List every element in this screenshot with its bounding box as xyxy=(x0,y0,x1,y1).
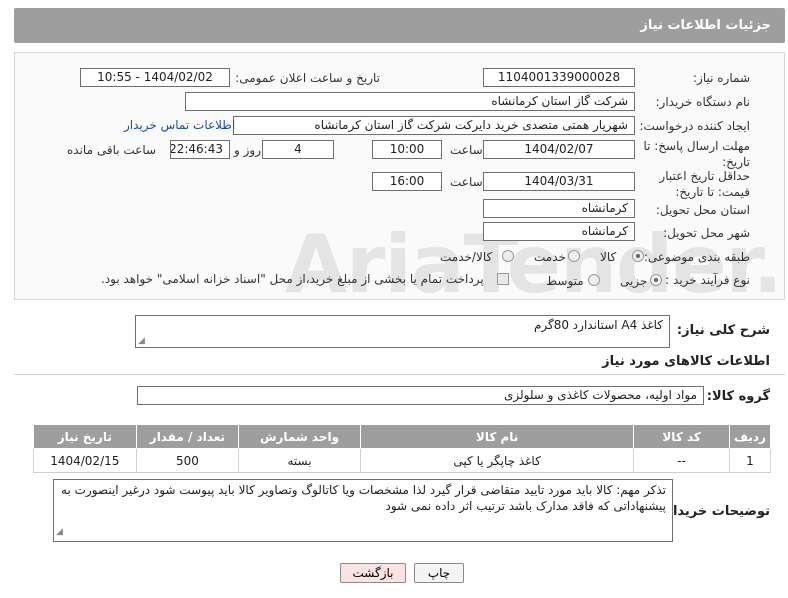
buyer-notes-text: تذکر مهم: کالا باید مورد تایید متقاضی قر… xyxy=(61,483,666,513)
cell-row-number: 1 xyxy=(728,448,772,473)
col-need-date: تاریخ نیاز xyxy=(33,424,137,449)
print-button[interactable]: چاپ xyxy=(414,563,464,583)
buyer-notes-label: توضیحات خریدار: xyxy=(660,504,770,519)
reply-deadline-label: مهلت ارسال پاسخ: تا تاریخ: xyxy=(643,139,750,169)
subject-class-label: طبقه بندی موضوعی: xyxy=(643,250,750,264)
purchase-medium-label: متوسط xyxy=(546,274,584,288)
reply-date-field: 1404/02/07 xyxy=(483,140,635,159)
cell-item-name: کاغذ چاپگر یا کپی xyxy=(359,448,635,473)
days-remaining-field: 4 xyxy=(262,140,334,159)
delivery-city-field: کرمانشاه xyxy=(483,222,635,241)
page-header: جزئیات اطلاعات نیاز xyxy=(14,8,785,43)
col-item-name: نام کالا xyxy=(359,424,635,449)
delivery-city-label: شهر محل تحویل: xyxy=(663,226,750,240)
requester-label: ایجاد کننده درخواست: xyxy=(639,119,750,133)
requester-field: شهریار همتی متصدی خرید دایرکت شرکت گاز ا… xyxy=(233,116,635,135)
items-table: ردیف کد کالا نام کالا واحد شمارش تعداد /… xyxy=(33,424,772,473)
page-title: جزئیات اطلاعات نیاز xyxy=(640,18,771,33)
treasury-payment-checkbox[interactable] xyxy=(497,273,509,285)
delivery-province-label: استان محل تحویل: xyxy=(655,203,750,217)
items-section-title: اطلاعات کالاهای مورد نیاز xyxy=(602,354,770,369)
description-textarea: کاغذ A4 استاندارد 80گرم ◢ xyxy=(135,315,670,348)
buyer-notes-textarea: تذکر مهم: کالا باید مورد تایید متقاضی قر… xyxy=(53,479,673,542)
table-row: 1 -- کاغذ چاپگر یا کپی بسته 500 1404/02/… xyxy=(33,448,772,473)
hours-remaining-label: ساعت باقی مانده xyxy=(67,143,157,157)
purchase-type-label: نوع فرآیند خرید : xyxy=(665,273,750,287)
description-label: شرح کلی نیاز: xyxy=(676,323,770,338)
cell-unit: بسته xyxy=(238,448,361,473)
buyer-contact-link[interactable]: اطلاعات تماس خریدار xyxy=(124,118,235,132)
validity-time-field: 16:00 xyxy=(372,172,442,191)
day-and-label: روز و xyxy=(234,143,261,157)
resize-grip-icon: ◢ xyxy=(56,527,63,537)
announce-datetime-label: تاریخ و ساعت اعلان عمومی: xyxy=(235,71,380,85)
buyer-org-field: شرکت گاز استان کرمانشاه xyxy=(185,92,635,111)
goods-group-label: گروه کالا: xyxy=(706,389,770,404)
purchase-medium-radio[interactable] xyxy=(588,274,600,286)
validity-date-field: 1404/03/31 xyxy=(483,172,635,191)
col-unit: واحد شمارش xyxy=(238,424,361,449)
need-number-field: 1104001339000028 xyxy=(483,68,635,87)
validity-time-label: ساعت xyxy=(450,175,483,189)
back-button[interactable]: بازگشت xyxy=(340,563,406,583)
cell-need-date: 1404/02/15 xyxy=(33,448,137,473)
reply-time-field: 10:00 xyxy=(372,140,442,159)
subject-service-radio[interactable] xyxy=(568,250,580,262)
subject-service-label: خدمت xyxy=(534,250,566,264)
section-divider xyxy=(14,374,785,375)
subject-goods-service-radio[interactable] xyxy=(502,250,514,262)
price-validity-label: حداقل تاریخ اعتبار قیمت: تا تاریخ: xyxy=(659,169,750,199)
col-item-code: کد کالا xyxy=(633,424,730,449)
purchase-small-radio[interactable] xyxy=(650,274,662,286)
items-table-header: ردیف کد کالا نام کالا واحد شمارش تعداد /… xyxy=(33,424,772,449)
buyer-org-label: نام دستگاه خریدار: xyxy=(655,95,751,109)
description-text: کاغذ A4 استاندارد 80گرم xyxy=(533,318,663,332)
purchase-small-label: جزیی xyxy=(620,274,648,288)
resize-grip-icon: ◢ xyxy=(138,336,145,346)
countdown-field: 22:46:43 xyxy=(170,140,230,159)
treasury-payment-label: پرداخت تمام یا بخشی از مبلغ خرید،از محل … xyxy=(101,272,484,286)
reply-time-label: ساعت xyxy=(450,143,483,157)
col-quantity: تعداد / مقدار xyxy=(135,424,240,449)
subject-goods-radio[interactable] xyxy=(632,250,644,262)
subject-goods-label: کالا xyxy=(600,250,617,264)
cell-item-code: -- xyxy=(633,448,730,473)
goods-group-field: مواد اولیه، محصولات کاغذی و سلولزی xyxy=(137,386,704,405)
delivery-province-field: کرمانشاه xyxy=(483,199,635,218)
announce-datetime-field: 1404/02/02 - 10:55 xyxy=(80,68,230,87)
subject-goods-service-label: کالا/خدمت xyxy=(440,250,493,264)
cell-quantity: 500 xyxy=(135,448,240,473)
col-row-number: ردیف xyxy=(728,424,772,449)
need-number-label: شماره نیاز: xyxy=(693,71,750,85)
